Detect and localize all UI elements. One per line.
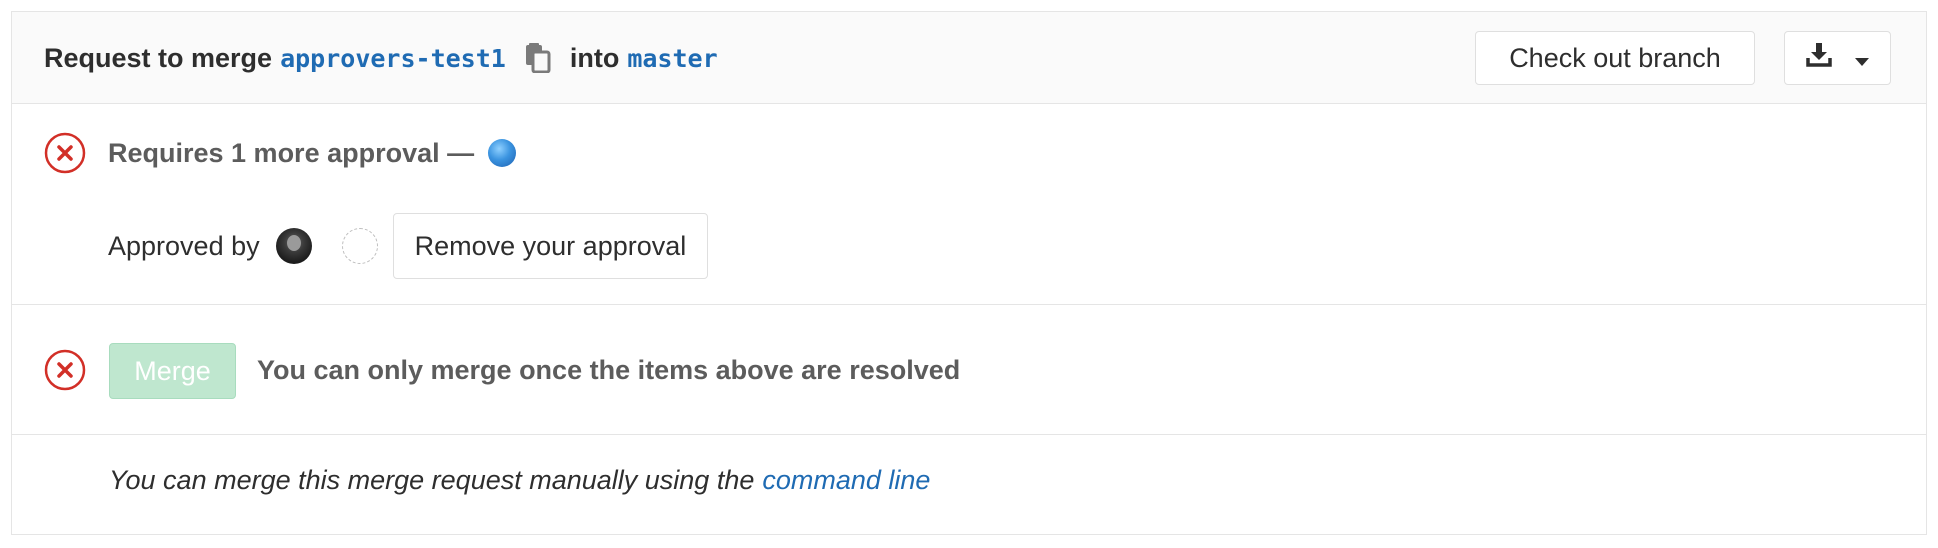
- approvals-section: Requires 1 more approval — Approved by R…: [12, 104, 1926, 305]
- approved-by-label: Approved by: [108, 230, 260, 261]
- title-prefix: Request to merge: [44, 42, 273, 73]
- approval-requirement: Requires 1 more approval —: [108, 104, 517, 202]
- caret-down-icon: [1854, 43, 1870, 74]
- status-failed-icon: [44, 132, 86, 174]
- check-out-branch-button[interactable]: Check out branch: [1475, 31, 1755, 85]
- merge-section: Merge You can only merge once the items …: [12, 305, 1926, 435]
- merge-blocked-message: You can only merge once the items above …: [257, 354, 961, 385]
- merge-request-title: Request to merge approvers-test1 into ma…: [44, 12, 726, 104]
- approved-by-row: Approved by Remove your approval: [108, 212, 709, 280]
- target-branch[interactable]: master: [627, 44, 717, 73]
- remove-approval-button[interactable]: Remove your approval: [392, 213, 709, 279]
- requires-approval-text: Requires 1 more approval —: [108, 137, 475, 168]
- widget-header: Request to merge approvers-test1 into ma…: [12, 12, 1926, 104]
- remove-approval-label: Remove your approval: [414, 230, 687, 261]
- download-dropdown-button[interactable]: [1784, 31, 1891, 85]
- empty-approver-slot: [341, 228, 378, 264]
- merge-request-widget: Request to merge approvers-test1 into ma…: [11, 11, 1927, 535]
- merge-button[interactable]: Merge: [109, 343, 236, 399]
- status-failed-icon: [44, 349, 86, 391]
- merge-button-label: Merge: [134, 355, 211, 386]
- command-line-link[interactable]: command line: [762, 465, 930, 496]
- check-out-branch-label: Check out branch: [1509, 42, 1721, 73]
- manual-merge-text: You can merge this merge request manuall…: [109, 435, 930, 525]
- download-icon: [1805, 42, 1832, 74]
- source-branch[interactable]: approvers-test1: [280, 44, 506, 73]
- clipboard-icon[interactable]: [524, 43, 552, 73]
- manual-merge-section: You can merge this merge request manuall…: [12, 435, 1926, 536]
- manual-merge-message: You can merge this merge request manuall…: [109, 464, 755, 495]
- title-middle: into: [569, 42, 620, 73]
- suggested-approver-avatar[interactable]: [488, 139, 517, 167]
- approver-avatar[interactable]: [275, 228, 312, 264]
